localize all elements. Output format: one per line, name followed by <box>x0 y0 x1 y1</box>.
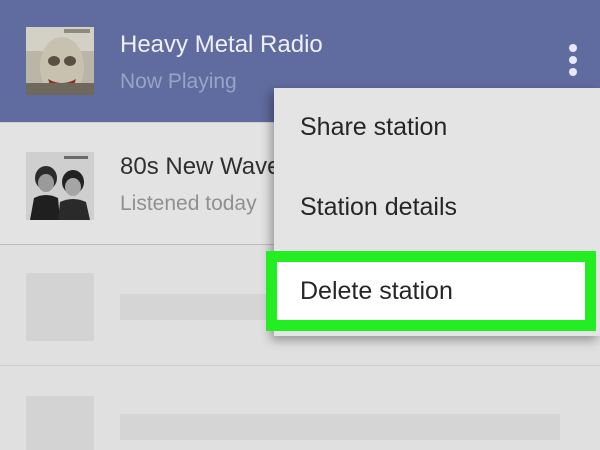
delete-station-menu-item[interactable]: Delete station <box>266 251 596 331</box>
album-art-metal-icon <box>26 27 94 95</box>
station-details-menu-item[interactable]: Station details <box>274 168 600 246</box>
station-row-placeholder <box>0 365 600 450</box>
text-placeholder <box>120 414 560 440</box>
share-station-menu-item[interactable]: Share station <box>274 88 600 166</box>
album-art-newwave-icon <box>26 152 94 220</box>
station-status: Now Playing <box>120 70 237 93</box>
more-vert-icon[interactable] <box>560 40 586 80</box>
station-list-screen: Heavy Metal Radio Now Playing 80s New Wa… <box>0 0 600 450</box>
album-art-placeholder <box>26 273 94 341</box>
station-status: Listened today <box>120 192 257 215</box>
station-context-menu: Share station Station details Delete sta… <box>266 88 600 336</box>
album-art-placeholder <box>26 396 94 450</box>
station-title: Heavy Metal Radio <box>120 31 323 58</box>
station-title: 80s New Wave <box>120 153 281 180</box>
